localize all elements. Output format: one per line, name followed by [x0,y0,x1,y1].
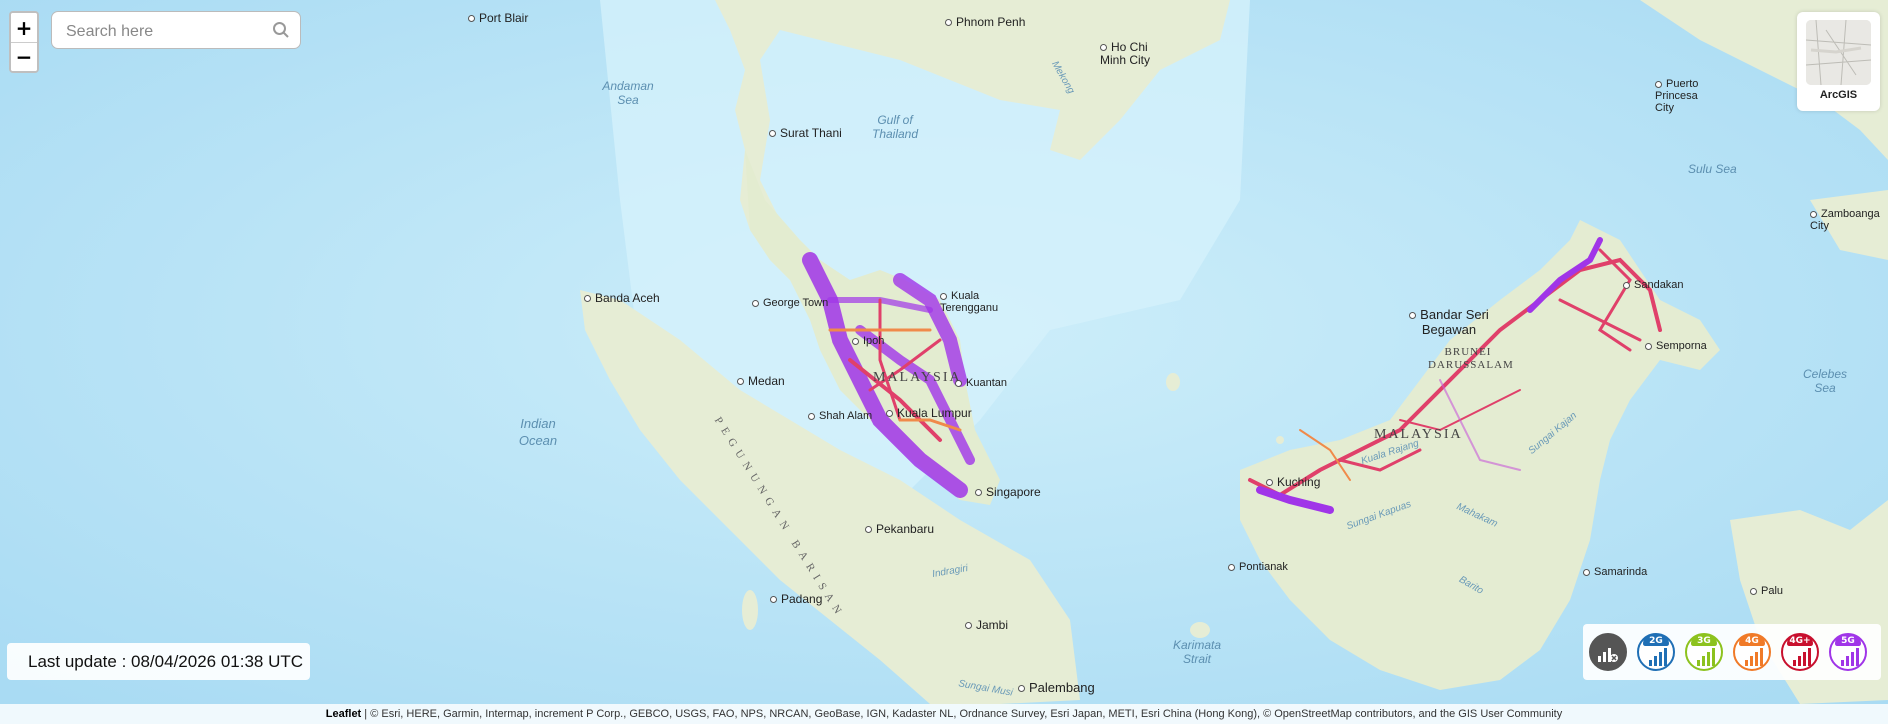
city-label: Palembang [1018,680,1095,695]
last-update-text: Last update : 08/04/2026 01:38 UTC [28,652,304,671]
zoom-out-button[interactable]: − [11,42,37,71]
signal-off-icon [1598,648,1618,662]
search-input[interactable] [64,20,268,44]
legend-label-4g-plus: 4G+ [1789,636,1811,646]
sea-label: Celebes Sea [1802,367,1848,395]
signal-bars-icon [1745,648,1763,666]
sea-label: Indian Ocean [518,416,558,448]
city-label: Ho Chi Minh City [1100,41,1170,67]
signal-bars-icon [1697,648,1715,666]
search-icon[interactable] [272,21,290,39]
city-label: Palu [1750,585,1783,597]
city-label: Kuala Terengganu [940,290,1020,314]
city-label: Port Blair [468,11,528,25]
city-label: Kuching [1266,475,1320,489]
city-label: Surat Thani [769,126,842,140]
toggle-4g-plus[interactable]: 4G+ [1781,633,1819,671]
city-label: Kuantan [955,377,1007,389]
city-label: Sandakan [1623,279,1684,291]
city-label: Puerto Princesa City [1655,78,1715,114]
city-label: Semporna [1645,340,1707,352]
toggle-2g[interactable]: 2G [1637,633,1675,671]
city-label: Pekanbaru [865,522,934,536]
search-box [51,11,301,49]
sea-label: Andaman Sea [602,79,654,107]
toggle-no-signal[interactable] [1589,633,1627,671]
city-label: Zamboanga City [1810,208,1885,232]
city-label: Jambi [965,618,1008,632]
zoom-control: + − [9,11,39,73]
signal-bars-icon [1649,648,1667,666]
legend-label-3g: 3G [1697,636,1711,646]
city-label: Shah Alam [808,410,872,422]
map-attribution: Leaflet | © Esri, HERE, Garmin, Intermap… [0,704,1888,724]
city-label: Pontianak [1228,561,1288,573]
city-label: Padang [770,592,822,606]
city-label: Ipoh [852,335,884,347]
map-canvas[interactable] [0,0,1888,724]
legend-label-4g: 4G [1745,636,1759,646]
basemap-switcher[interactable]: ArcGIS [1797,12,1880,111]
toggle-4g[interactable]: 4G [1733,633,1771,671]
country-label: MALAYSIA [1374,427,1463,442]
sea-label: Sulu Sea [1688,162,1737,176]
city-label: George Town [752,297,828,309]
last-update-panel: Last update : 08/04/2026 01:38 UTC [7,643,310,680]
network-legend: 2G 3G 4G 4G+ 5G [1583,624,1881,680]
signal-bars-icon [1793,648,1811,666]
city-label: Medan [737,374,785,388]
city-label: Singapore [975,485,1041,499]
city-label: Banda Aceh [584,291,660,305]
attribution-text: | © Esri, HERE, Garmin, Intermap, increm… [361,708,1563,720]
zoom-in-button[interactable]: + [11,13,37,42]
toggle-5g[interactable]: 5G [1829,633,1867,671]
legend-label-2g: 2G [1649,636,1663,646]
signal-bars-icon [1841,648,1859,666]
basemap-label: ArcGIS [1819,89,1858,101]
country-label: BRUNEI DARUSSALAM [1428,346,1514,371]
city-label: Bandar Seri Begawan [1409,307,1489,337]
leaflet-link[interactable]: Leaflet [326,708,361,720]
city-label: Samarinda [1583,566,1647,578]
sea-label: Karimata Strait [1172,638,1222,666]
toggle-3g[interactable]: 3G [1685,633,1723,671]
country-label: MALAYSIA [873,370,962,385]
sea-label: Gulf of Thailand [871,113,919,141]
city-label: Kuala Lumpur [886,406,972,420]
legend-label-5g: 5G [1841,636,1855,646]
city-label: Phnom Penh [945,15,1025,29]
basemap-thumbnail [1806,20,1871,85]
